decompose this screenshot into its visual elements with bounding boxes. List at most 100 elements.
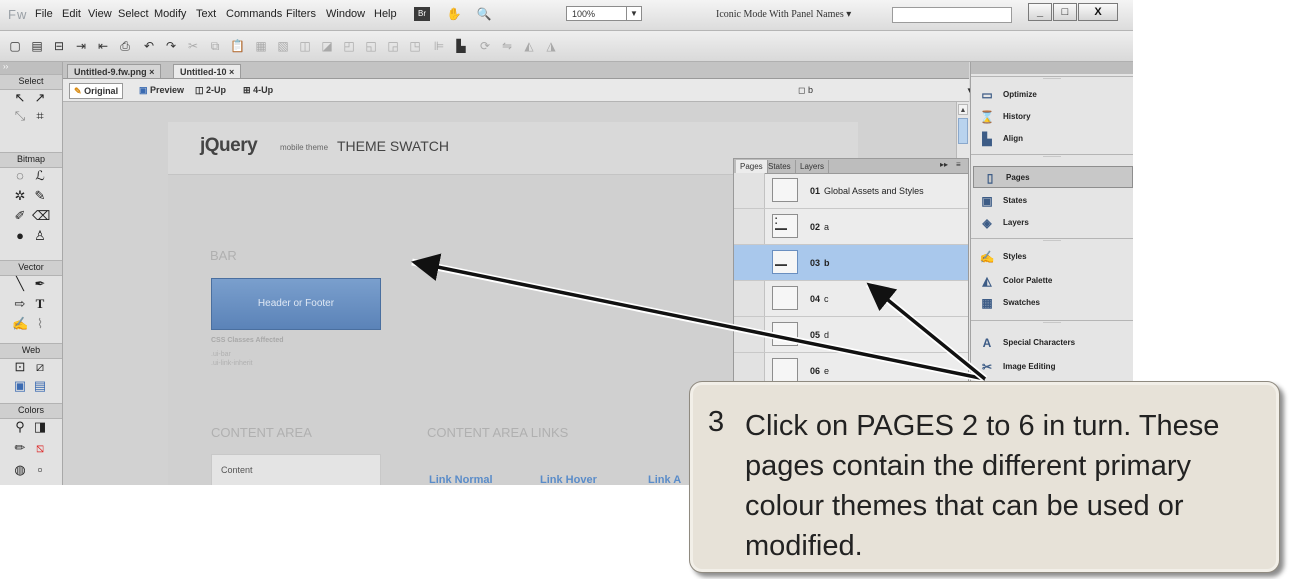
close-button[interactable]: X bbox=[1078, 3, 1118, 21]
menu-edit[interactable]: Edit bbox=[62, 8, 81, 20]
crop-tool-icon[interactable]: ⌗ bbox=[32, 108, 48, 124]
panel-swatches[interactable]: ▦ Swatches bbox=[971, 292, 1133, 314]
eraser-tool-icon[interactable]: ⌫ bbox=[32, 208, 50, 224]
brush-tool-icon[interactable]: ✎ bbox=[32, 188, 48, 204]
menu-text[interactable]: Text bbox=[196, 8, 216, 20]
pen-tool-icon[interactable]: ✒ bbox=[32, 276, 48, 292]
paint-bucket-icon[interactable]: ◨ bbox=[32, 419, 48, 435]
text-tool-icon[interactable]: T bbox=[32, 296, 48, 312]
save-icon[interactable]: ▤ bbox=[30, 39, 44, 53]
workspace-switcher[interactable]: Iconic Mode With Panel Names ▾ bbox=[716, 9, 851, 20]
page-selector[interactable]: ◻ b ▾ bbox=[798, 83, 978, 97]
new-document-icon[interactable]: ▢ bbox=[8, 39, 22, 53]
distort-icon[interactable]: ◮ bbox=[544, 39, 558, 53]
slice-tool-icon[interactable]: ⧄ bbox=[32, 359, 48, 375]
undo-icon[interactable]: ↶ bbox=[142, 39, 156, 53]
fill-color-icon[interactable]: ◍ bbox=[12, 462, 28, 478]
panel-collapse-icon[interactable]: ▸▸ bbox=[940, 160, 948, 169]
hand-icon[interactable]: ✋ bbox=[446, 7, 462, 21]
subselect-tool-icon[interactable]: ↗ bbox=[32, 90, 48, 106]
menu-window[interactable]: Window bbox=[326, 8, 365, 20]
panel-menu-icon[interactable]: ≡ bbox=[956, 160, 961, 169]
page-row-03[interactable]: ▬▬ 03 b bbox=[734, 245, 968, 281]
blur-tool-icon[interactable]: ● bbox=[12, 228, 28, 244]
close-icon[interactable]: × bbox=[229, 67, 234, 77]
tab-layers[interactable]: Layers bbox=[796, 160, 830, 173]
panel-states[interactable]: ▣ States bbox=[971, 190, 1133, 212]
send-backward-icon[interactable]: ◲ bbox=[386, 39, 400, 53]
menu-view[interactable]: View bbox=[88, 8, 112, 20]
group-icon[interactable]: ▦ bbox=[254, 39, 268, 53]
magic-wand-icon[interactable]: ✲ bbox=[12, 188, 28, 204]
panel-special-characters[interactable]: A Special Characters bbox=[971, 332, 1133, 354]
panel-align[interactable]: ▙ Align bbox=[971, 128, 1133, 150]
hide-slices-icon[interactable]: ▣ bbox=[12, 378, 28, 394]
lasso-tool-icon[interactable]: ℒ bbox=[32, 168, 48, 184]
rubber-stamp-icon[interactable]: ♙ bbox=[32, 228, 48, 244]
marquee-tool-icon[interactable]: ◌ bbox=[12, 168, 28, 184]
menu-commands[interactable]: Commands bbox=[226, 8, 282, 20]
join-icon[interactable]: ◫ bbox=[298, 39, 312, 53]
panel-pages[interactable]: ▯ Pages bbox=[973, 166, 1133, 188]
cut-icon[interactable]: ✂ bbox=[186, 39, 200, 53]
panel-image-editing[interactable]: ✂ Image Editing bbox=[971, 356, 1133, 378]
distribute-icon[interactable]: ▙ bbox=[454, 39, 468, 53]
menu-filters[interactable]: Filters bbox=[286, 8, 316, 20]
flip-icon[interactable]: ⇋ bbox=[500, 39, 514, 53]
skew-icon[interactable]: ◭ bbox=[522, 39, 536, 53]
search-input[interactable] bbox=[892, 7, 1012, 23]
paste-icon[interactable]: 📋 bbox=[230, 39, 245, 53]
zoom-select[interactable]: 100% ▼ bbox=[566, 6, 642, 21]
view-4up-button[interactable]: ⊞ 4-Up bbox=[239, 83, 277, 97]
bring-front-icon[interactable]: ◰ bbox=[342, 39, 356, 53]
split-icon[interactable]: ◪ bbox=[320, 39, 334, 53]
pointer-tool-icon[interactable]: ↖ bbox=[12, 90, 28, 106]
maximize-button[interactable]: □ bbox=[1053, 3, 1077, 21]
ungroup-icon[interactable]: ▧ bbox=[276, 39, 290, 53]
panel-optimize[interactable]: ▭ Optimize bbox=[971, 84, 1133, 106]
rotate-icon[interactable]: ⟳ bbox=[478, 39, 492, 53]
menu-select[interactable]: Select bbox=[118, 8, 149, 20]
knife-tool-icon[interactable]: ⌇ bbox=[32, 316, 48, 332]
page-row-04[interactable]: 04 c bbox=[734, 281, 968, 317]
view-2up-button[interactable]: ◫ 2-Up bbox=[191, 83, 230, 97]
stroke-swatch-icon[interactable]: ⧅ bbox=[32, 440, 48, 456]
align-icon[interactable]: ⊫ bbox=[432, 39, 446, 53]
export-icon[interactable]: ⇤ bbox=[96, 39, 110, 53]
scale-tool-icon[interactable]: ⤡ bbox=[12, 108, 28, 124]
stroke-color-icon[interactable]: ✏ bbox=[12, 440, 28, 456]
tab-untitled-10[interactable]: Untitled-10 × bbox=[173, 64, 242, 78]
print-icon[interactable]: ⎙ bbox=[118, 39, 132, 53]
view-original-button[interactable]: ✎ Original bbox=[69, 83, 124, 99]
panel-color-palette[interactable]: ◭ Color Palette bbox=[971, 270, 1133, 292]
scroll-thumb[interactable] bbox=[958, 118, 968, 144]
page-row-02[interactable]: ▪ ▪ ▬▬ 02 a bbox=[734, 209, 968, 245]
minimize-button[interactable]: _ bbox=[1028, 3, 1052, 21]
import-icon[interactable]: ⇥ bbox=[74, 39, 88, 53]
bring-forward-icon[interactable]: ◱ bbox=[364, 39, 378, 53]
scroll-up-icon[interactable]: ▲ bbox=[958, 104, 968, 115]
fill-swatch-icon[interactable]: ▫ bbox=[32, 462, 48, 478]
menu-file[interactable]: File bbox=[35, 8, 53, 20]
panel-styles[interactable]: ✍ Styles bbox=[971, 246, 1133, 268]
page-row-05[interactable]: 05 d bbox=[734, 317, 968, 353]
show-slices-icon[interactable]: ▤ bbox=[32, 378, 48, 394]
hotspot-tool-icon[interactable]: ⊡ bbox=[12, 359, 28, 375]
panel-history[interactable]: ⌛ History bbox=[971, 106, 1133, 128]
view-preview-button[interactable]: ▣ Preview bbox=[135, 83, 188, 97]
redo-icon[interactable]: ↷ bbox=[164, 39, 178, 53]
line-tool-icon[interactable]: ╲ bbox=[12, 276, 28, 292]
freeform-tool-icon[interactable]: ✍ bbox=[12, 316, 28, 332]
copy-icon[interactable]: ⧉ bbox=[208, 39, 222, 53]
close-icon[interactable]: × bbox=[149, 67, 154, 77]
shape-tool-icon[interactable]: ⇨ bbox=[12, 296, 28, 312]
bridge-icon[interactable]: Br bbox=[414, 7, 430, 21]
page-row-01[interactable]: 01 Global Assets and Styles bbox=[734, 173, 968, 209]
pencil-tool-icon[interactable]: ✐ bbox=[12, 208, 28, 224]
send-back-icon[interactable]: ◳ bbox=[408, 39, 422, 53]
menu-help[interactable]: Help bbox=[374, 8, 397, 20]
open-icon[interactable]: ⊟ bbox=[52, 39, 66, 53]
tab-states[interactable]: States bbox=[764, 160, 796, 173]
menu-modify[interactable]: Modify bbox=[154, 8, 186, 20]
panel-layers[interactable]: ◈ Layers bbox=[971, 212, 1133, 234]
